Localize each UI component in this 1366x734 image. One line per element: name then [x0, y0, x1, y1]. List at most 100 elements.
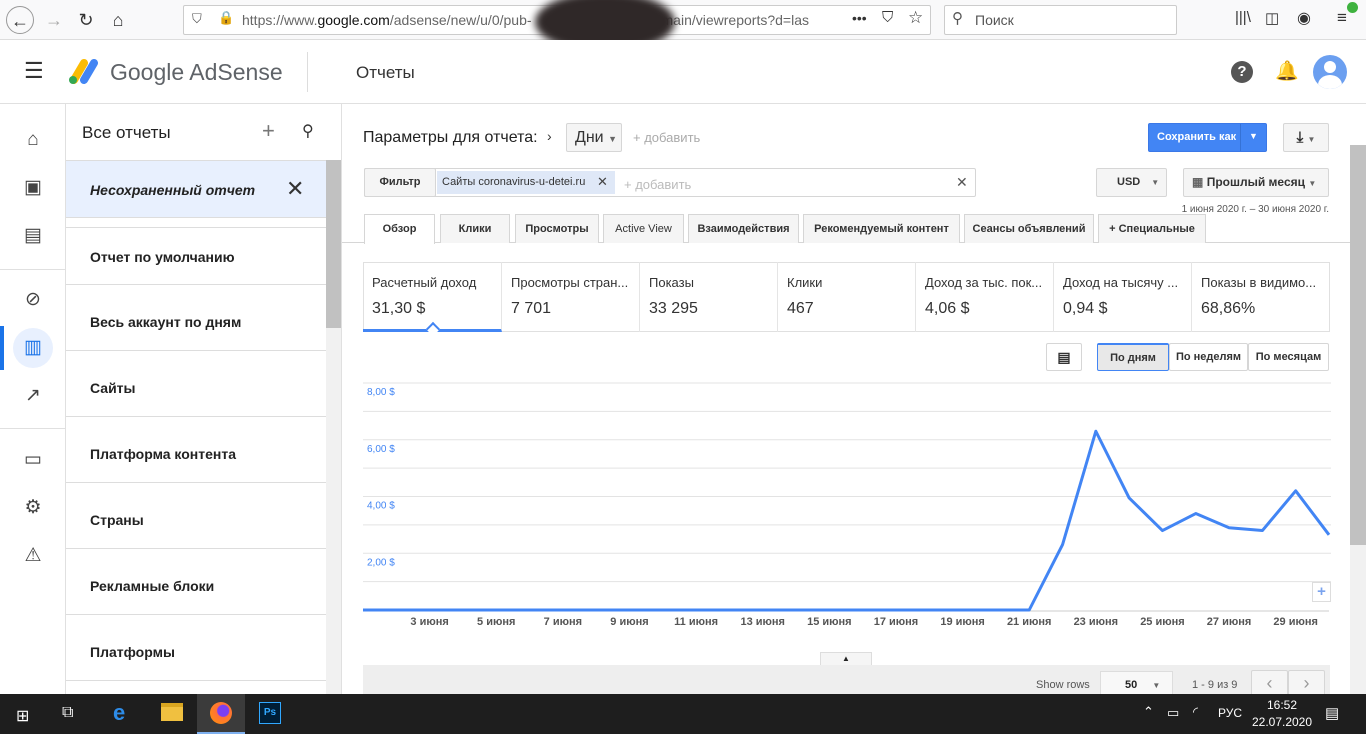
annotation-button[interactable]: ▤ [1046, 343, 1082, 371]
report-item[interactable]: Страны [66, 491, 326, 549]
battery-icon[interactable]: ▭ [1167, 705, 1179, 721]
y-tick-label: 4,00 $ [367, 501, 395, 512]
granularity-month[interactable]: По месяцам [1248, 343, 1329, 371]
add-annotation-icon[interactable]: + [1312, 582, 1331, 602]
metric-label: Расчетный доход [372, 275, 477, 290]
sidebar-icon[interactable]: ◫ [1265, 9, 1279, 27]
report-item-label: Платформа контента [90, 446, 237, 462]
reload-icon[interactable]: ↻ [72, 6, 100, 34]
clear-filter-icon[interactable]: ✕ [956, 174, 968, 191]
language-indicator[interactable]: РУС [1218, 706, 1242, 720]
granularity-label: По месяцам [1255, 351, 1322, 363]
dropdown-arrow-icon: ▼ [1307, 135, 1316, 144]
blocking-controls-icon[interactable]: ⊘ [13, 280, 53, 320]
tab-active-view[interactable]: Active View [603, 214, 684, 243]
payments-icon[interactable]: ▭ [13, 440, 53, 480]
granularity-label: По дням [1110, 352, 1156, 364]
ads-icon[interactable]: ▣ [13, 168, 53, 208]
date-range-dropdown[interactable]: ▦ Прошлый месяц ▼ [1183, 168, 1329, 197]
task-view-icon[interactable]: ⧉ [62, 704, 73, 722]
metric-impression-rpm[interactable]: Доход за тыс. пок... 4,06 $ [916, 262, 1054, 332]
metric-clicks[interactable]: Клики 467 [778, 262, 916, 332]
currency-dropdown[interactable]: USD ▼ [1096, 168, 1167, 197]
action-center-icon[interactable]: ▤ [1325, 704, 1339, 722]
dimension-dropdown[interactable]: Дни ▼ [566, 123, 622, 152]
settings-gear-icon[interactable]: ⚙ [13, 488, 53, 528]
close-icon[interactable]: ✕ [286, 176, 304, 202]
metric-page-rpm[interactable]: Доход на тысячу ... 0,94 $ [1054, 262, 1192, 332]
forward-icon[interactable]: → [40, 6, 68, 34]
report-item[interactable]: Сайты [66, 359, 326, 417]
tab-recommended-content[interactable]: Рекомендуемый контент [803, 214, 960, 243]
metric-value: 68,86% [1201, 300, 1256, 317]
reports-panel: Все отчеты + ⚲ Несохраненный отчет ✕ Отч… [66, 104, 342, 694]
main-scrollbar-thumb[interactable] [1350, 145, 1366, 545]
x-tick-label: 23 июня [1074, 616, 1119, 628]
report-item[interactable]: Весь аккаунт по дням [66, 293, 326, 351]
report-item[interactable]: Отчет по умолчанию [66, 227, 326, 285]
filter-chip[interactable]: Сайты coronavirus-u-detei.ru [437, 171, 615, 194]
tab-clicks[interactable]: Клики [440, 214, 510, 243]
file-explorer-icon[interactable] [161, 703, 183, 721]
tab-custom[interactable]: + Специальные [1098, 214, 1206, 243]
next-page-button[interactable]: › [1288, 670, 1325, 696]
reports-icon[interactable]: ▥ [13, 328, 53, 368]
sites-icon[interactable]: ▤ [13, 216, 53, 256]
more-icon[interactable]: ••• [852, 10, 867, 26]
granularity-day[interactable]: По дням [1097, 343, 1169, 371]
add-report-icon[interactable]: + [262, 118, 275, 144]
search-icon[interactable]: ⚲ [302, 121, 314, 141]
earnings-line-chart: 2,00 $ 4,00 $ 6,00 $ 8,00 $ 3 июня 5 июня 7 ию… [362, 382, 1331, 628]
metric-page-views[interactable]: Просмотры стран... 7 701 [502, 262, 640, 332]
clock-time[interactable]: 16:52 [1252, 698, 1312, 712]
menu-icon[interactable]: ≡ [1337, 8, 1347, 28]
hamburger-menu-icon[interactable]: ☰ [24, 60, 44, 82]
tray-chevron-up-icon[interactable]: ⌃ [1143, 704, 1154, 720]
divider [307, 52, 308, 92]
pocket-icon[interactable]: ⛉ [882, 9, 893, 26]
tab-views[interactable]: Просмотры [515, 214, 599, 243]
report-item[interactable]: Платформа контента [66, 425, 326, 483]
browser-search-input[interactable]: Поиск [944, 5, 1177, 35]
optimization-icon[interactable]: ↗ [13, 376, 53, 416]
notifications-bell-icon[interactable]: 🔔 [1275, 59, 1299, 83]
chevron-right-icon: › [547, 128, 552, 144]
chevron-left-icon: ‹ [1266, 673, 1273, 693]
tab-overview[interactable]: Обзор [364, 214, 435, 244]
filter-button[interactable]: Фильтр [364, 168, 436, 197]
bookmark-star-icon[interactable]: ☆ [908, 8, 923, 28]
account-icon[interactable]: ◉ [1297, 8, 1311, 28]
add-dimension-link[interactable]: + добавить [633, 130, 700, 145]
photoshop-icon[interactable]: Ps [259, 702, 281, 724]
avatar[interactable] [1313, 55, 1347, 89]
download-button[interactable]: ⤓ ▼ [1283, 123, 1329, 152]
home-icon[interactable]: ⌂ [104, 6, 132, 34]
page-title: Отчеты [356, 63, 415, 82]
x-tick-label: 11 июня [674, 616, 718, 628]
report-item[interactable]: Рекламные блоки [66, 557, 326, 615]
windows-start-icon[interactable]: ⊞ [16, 706, 29, 726]
add-filter-input[interactable]: + добавить [624, 177, 691, 192]
tab-interactions[interactable]: Взаимодействия [688, 214, 799, 243]
clock-date[interactable]: 22.07.2020 [1250, 715, 1314, 729]
metric-viewability[interactable]: Показы в видимо... 68,86% [1192, 262, 1330, 332]
edge-icon[interactable]: e [113, 700, 125, 726]
wifi-icon[interactable]: ◜ [1193, 704, 1198, 720]
save-dropdown-arrow-icon[interactable]: ▼ [1249, 131, 1258, 141]
tab-ad-sessions[interactable]: Сеансы объявлений [964, 214, 1094, 243]
metric-impressions[interactable]: Показы 33 295 [640, 262, 778, 332]
library-icon[interactable]: |||\ [1235, 9, 1251, 26]
feedback-icon[interactable]: ⚠ [13, 536, 53, 576]
prev-page-button[interactable]: ‹ [1251, 670, 1288, 696]
granularity-week[interactable]: По неделям [1169, 343, 1248, 371]
shield-icon[interactable]: ⛉ [192, 11, 202, 27]
remove-chip-icon[interactable]: ✕ [597, 174, 608, 190]
home-icon[interactable]: ⌂ [13, 120, 53, 160]
report-item[interactable]: Платформы [66, 623, 326, 681]
back-icon[interactable]: ← [6, 6, 34, 34]
scrollbar-thumb[interactable] [326, 160, 341, 328]
metric-label: Доход за тыс. пок... [925, 275, 1043, 290]
collapse-chart-toggle-icon[interactable]: ▲ [820, 652, 872, 666]
help-icon[interactable]: ? [1231, 61, 1253, 83]
app-header: ☰ Google AdSense Отчеты ? 🔔 [0, 40, 1366, 104]
